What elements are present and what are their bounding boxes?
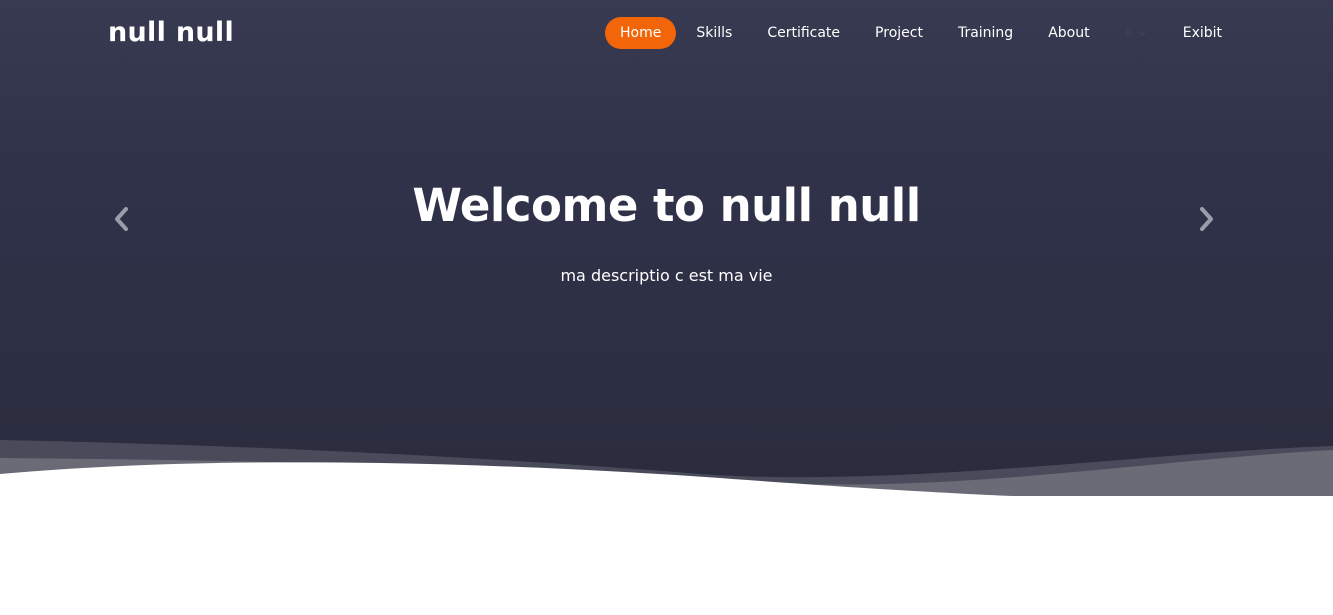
nav-item-exibit[interactable]: Exibit <box>1168 17 1237 49</box>
navbar: null null Home Skills Certificate Projec… <box>0 0 1333 66</box>
nav-menu: Home Skills Certificate Project Training… <box>605 17 1237 49</box>
brand-logo[interactable]: null null <box>108 15 234 51</box>
hero-wave-divider <box>0 440 1333 510</box>
hero-title: Welcome to null null <box>412 179 921 232</box>
hero-carousel: Welcome to null null ma descriptio c est… <box>0 0 1333 440</box>
nav-item-skills[interactable]: Skills <box>681 17 747 49</box>
hero-section: Welcome to null null ma descriptio c est… <box>0 0 1333 500</box>
nav-dropdown-label: k <box>1124 25 1133 41</box>
carousel-next-button[interactable] <box>1192 202 1222 236</box>
nav-item-dropdown[interactable]: k <box>1110 17 1163 49</box>
carousel-prev-button[interactable] <box>106 202 136 236</box>
chevron-down-icon <box>1137 30 1147 37</box>
nav-item-home[interactable]: Home <box>605 17 677 49</box>
nav-item-project[interactable]: Project <box>860 17 938 49</box>
hero-description: ma descriptio c est ma vie <box>560 266 773 285</box>
nav-item-training[interactable]: Training <box>943 17 1028 49</box>
chevron-right-icon <box>1200 207 1213 231</box>
nav-item-certificate[interactable]: Certificate <box>752 17 855 49</box>
chevron-left-icon <box>115 207 128 231</box>
nav-item-about[interactable]: About <box>1033 17 1104 49</box>
